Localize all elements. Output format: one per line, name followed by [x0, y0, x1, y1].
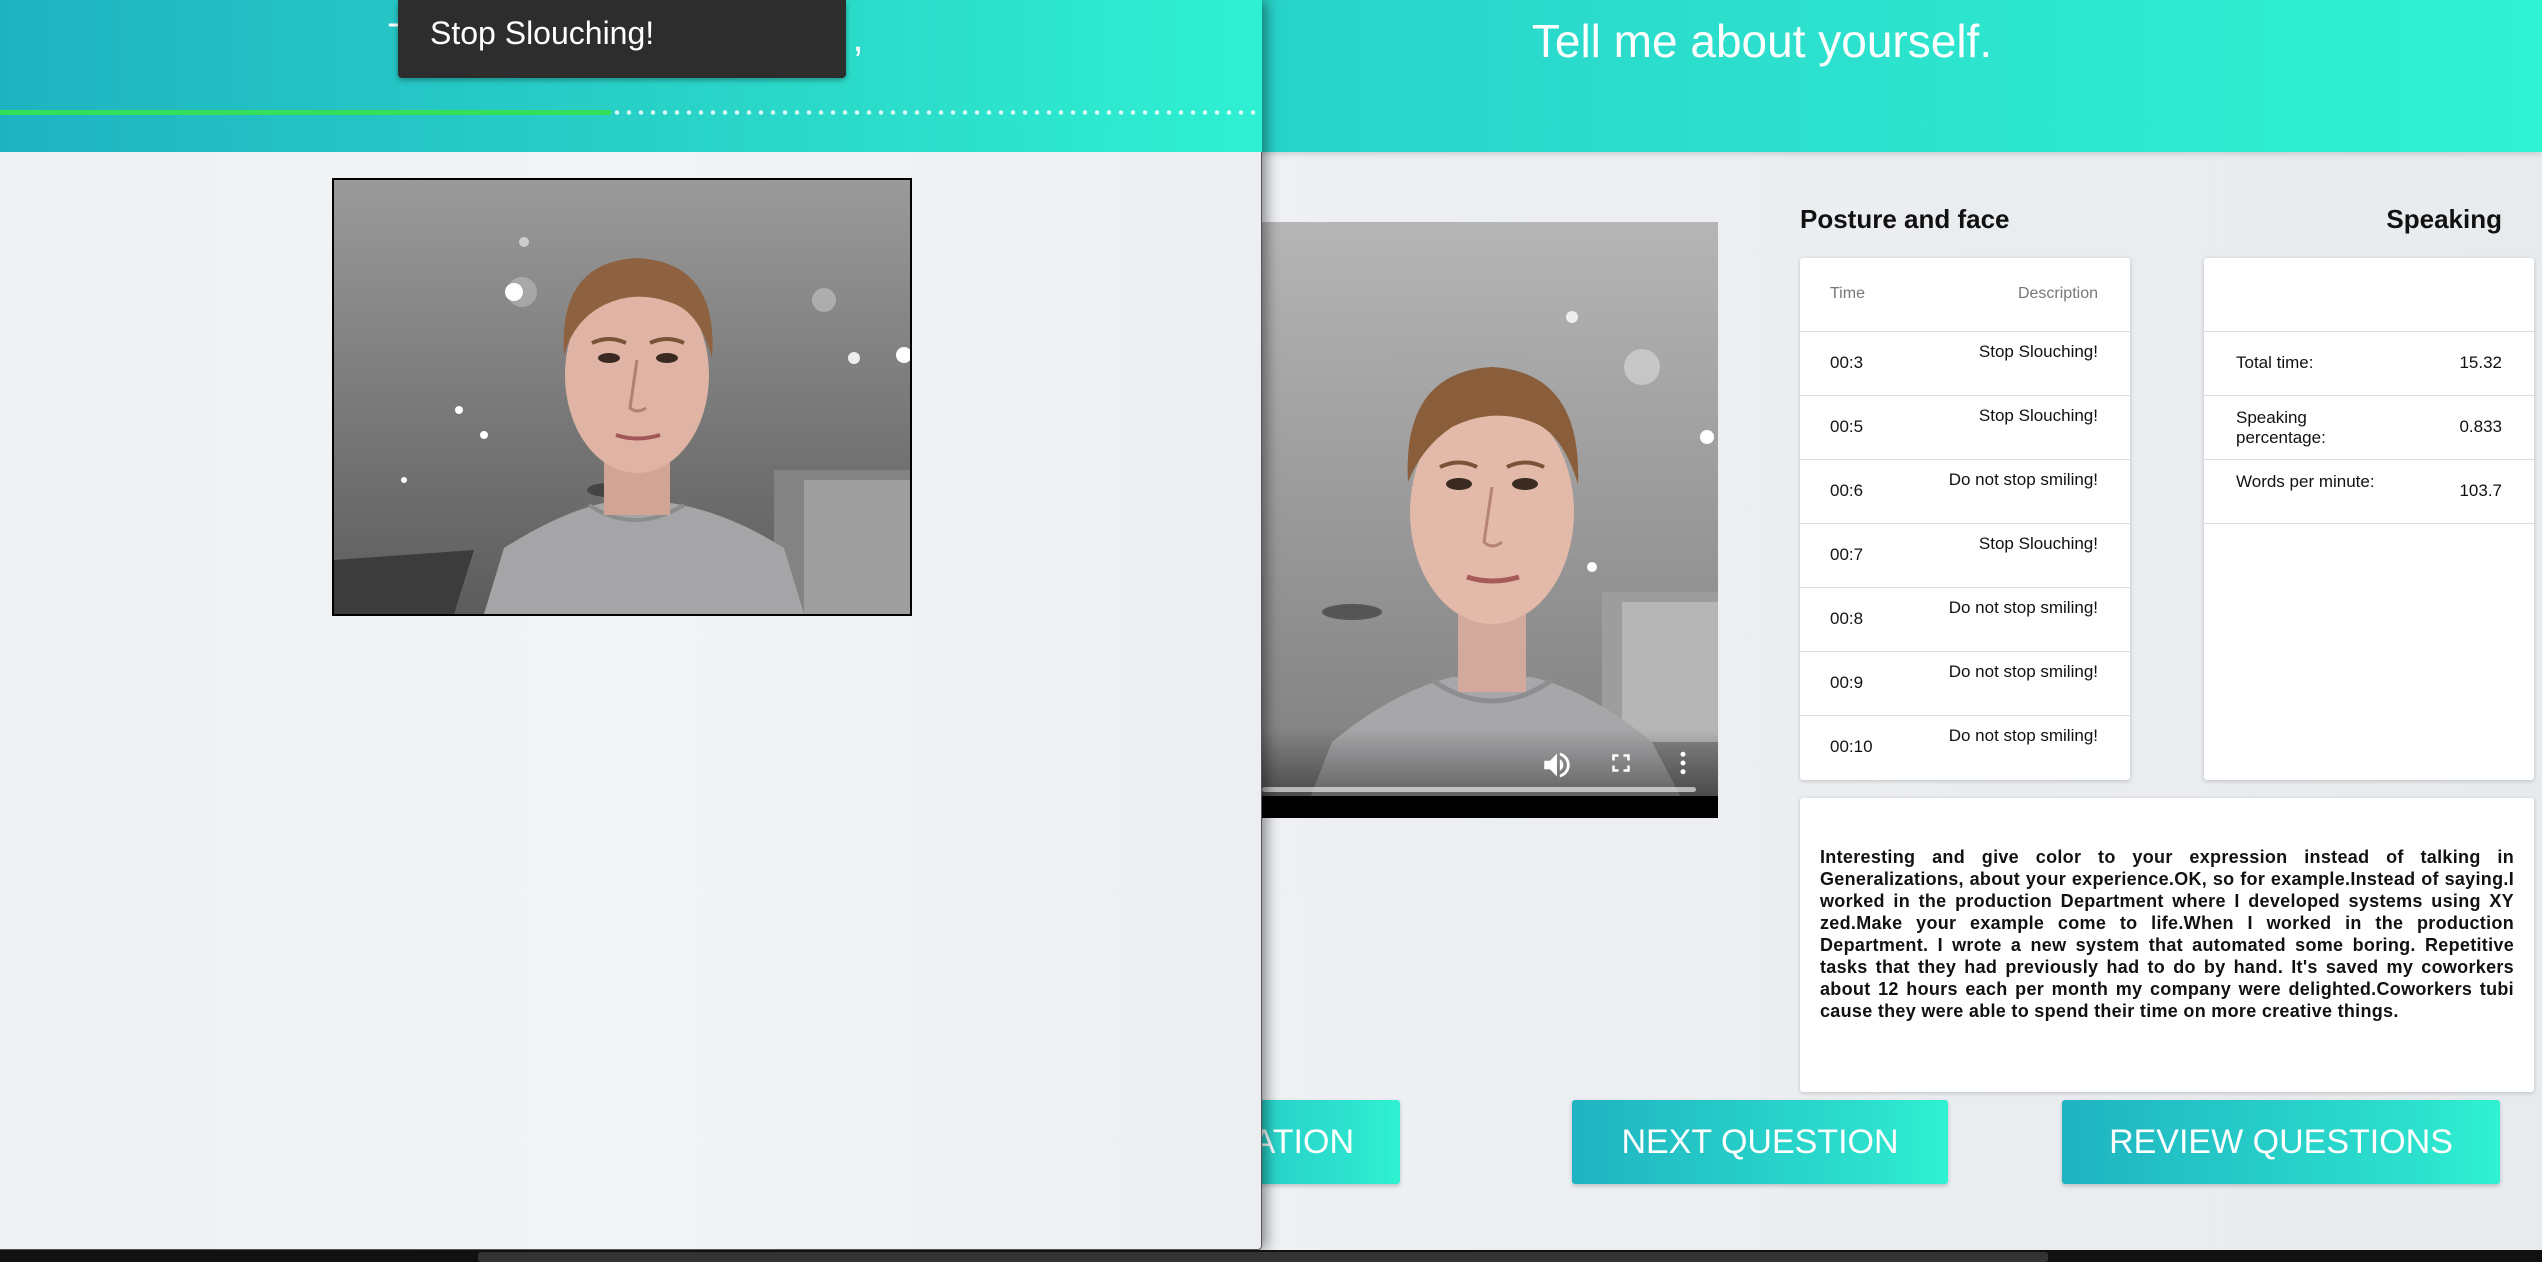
video-bottom-bar: [1262, 796, 1718, 818]
posture-alert-toast: Stop Slouching!: [398, 0, 846, 78]
live-webcam-feed: [332, 178, 912, 616]
volume-icon[interactable]: [1540, 748, 1574, 782]
stat-row: Total time: 15.32: [2204, 332, 2534, 396]
posture-section-title: Posture and face: [1800, 204, 2010, 234]
speaking-stats-table: Total time: 15.32 Speaking percentage: 0…: [2204, 258, 2534, 780]
row-description: Do not stop smiling!: [1948, 598, 2098, 617]
recorded-video-player[interactable]: [1262, 222, 1718, 818]
row-description: Do not stop smiling!: [1948, 662, 2098, 681]
table-row: 00:5 Stop Slouching!: [1800, 396, 2130, 460]
row-description: Stop Slouching!: [1978, 342, 2098, 361]
taskbar-window-thumbnail[interactable]: [478, 1252, 2048, 1262]
review-questions-button[interactable]: REVIEW QUESTIONS: [2062, 1100, 2500, 1184]
question-progress-track: [611, 110, 1260, 115]
transcript-text: Interesting and give color to your expre…: [1820, 847, 2514, 1021]
row-time: 00:5: [1830, 417, 1864, 436]
stat-value: 15.32: [2459, 353, 2502, 372]
speaking-section-title: Speaking: [2386, 204, 2502, 234]
stat-value: 103.7: [2459, 481, 2502, 500]
next-question-button[interactable]: NEXT QUESTION: [1572, 1100, 1948, 1184]
table-row: 00:9 Do not stop smiling!: [1800, 652, 2130, 716]
row-time: 00:8: [1830, 609, 1864, 628]
table-row: 00:8 Do not stop smiling!: [1800, 588, 2130, 652]
question-title: Tell me about yourself.: [1531, 15, 1993, 67]
row-time: 00:3: [1830, 353, 1864, 372]
row-description: Do not stop smiling!: [1948, 726, 2098, 745]
question-progress-fill: [0, 110, 611, 115]
row-time: 00:9: [1830, 673, 1864, 692]
stat-value: 0.833: [2459, 417, 2502, 436]
transcript-card: Interesting and give color to your expre…: [1800, 798, 2534, 1092]
row-time: 00:6: [1830, 481, 1864, 500]
row-time: 00:7: [1830, 545, 1864, 564]
webcam-frame: [334, 180, 910, 614]
table-row: 00:7 Stop Slouching!: [1800, 524, 2130, 588]
time-column-header: Time: [1830, 285, 1865, 302]
description-column-header: Description: [2017, 285, 2098, 302]
fullscreen-icon[interactable]: [1604, 748, 1638, 782]
posture-table: Time Description 00:3 Stop Slouching! 00…: [1800, 258, 2130, 780]
interview-window: T,: [0, 0, 1262, 1250]
title-fragment-right: ,: [852, 16, 864, 60]
stat-row: Speaking percentage: 0.833: [2204, 396, 2534, 460]
table-row: 00:3 Stop Slouching!: [1800, 332, 2130, 396]
table-row: 00:6 Do not stop smiling!: [1800, 460, 2130, 524]
table-header: Time Description: [1800, 258, 2130, 332]
video-controls: [1262, 728, 1718, 818]
stat-label: Words per minute:: [2236, 472, 2375, 491]
row-time: 00:10: [1830, 737, 1873, 756]
more-vert-icon[interactable]: [1666, 748, 1700, 782]
row-description: Do not stop smiling!: [1948, 470, 2098, 489]
table-header: [2204, 258, 2534, 332]
stat-label: Speaking percentage:: [2236, 408, 2326, 447]
row-description: Stop Slouching!: [1978, 406, 2098, 425]
stat-label: Total time:: [2236, 353, 2314, 372]
table-row: 00:10 Do not stop smiling!: [1800, 716, 2130, 780]
stat-row: Words per minute: 103.7: [2204, 460, 2534, 524]
video-progress-bar[interactable]: [1262, 787, 1696, 792]
row-description: Stop Slouching!: [1978, 534, 2098, 553]
